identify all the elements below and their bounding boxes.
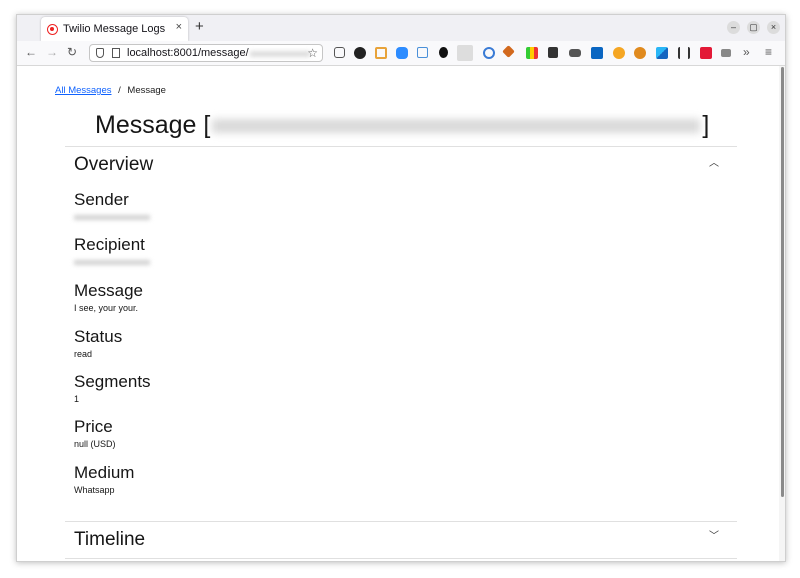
page-info-icon[interactable] [112,48,120,58]
tab-bar: Twilio Message Logs × + – ▢ × [17,15,785,41]
translate-extension-icon[interactable] [656,47,668,59]
tools-extension-icon[interactable] [502,45,515,58]
twilio-favicon-icon [47,23,58,35]
breadcrumb-current: Message [127,85,166,96]
recipient-label: Recipient [74,235,145,254]
search-extension-icon[interactable] [483,47,495,59]
sender-value-redacted [74,215,150,220]
tx-extension-icon[interactable] [591,47,603,59]
bird-extension-icon[interactable] [439,47,448,58]
browser-window: Twilio Message Logs × + – ▢ × ← → ↻ loca… [16,14,786,562]
url-bar[interactable]: localhost:8001/message/ ☆ [89,44,323,62]
tab-close-icon[interactable]: × [176,21,182,33]
bookmark-star-icon[interactable]: ☆ [307,46,318,60]
price-value: null (USD) [74,439,116,449]
url-redacted [250,51,310,57]
m-extension-icon[interactable] [354,47,366,59]
chart-extension-icon[interactable] [526,47,538,59]
minimize-window-button[interactable]: – [727,21,740,34]
section-divider [65,558,737,559]
text-extension-icon[interactable] [721,49,731,57]
status-value: read [74,349,93,359]
chevron-down-icon[interactable]: ﹀ [709,527,719,542]
message-value: I see, your your. [74,303,139,313]
shield-icon[interactable] [96,48,104,58]
page-title: Message [] [95,111,709,140]
angular-extension-icon[interactable] [700,47,712,59]
price-label: Price [74,417,113,436]
zoom-extension-icon[interactable] [396,47,408,59]
cube-extension-icon[interactable] [548,47,558,58]
reload-icon[interactable]: ↻ [67,45,77,59]
medium-label: Medium [74,463,135,482]
segments-label: Segments [74,372,151,391]
overflow-menu-icon[interactable]: » [743,45,750,59]
medium-value: Whatsapp [74,485,115,495]
chevron-up-icon[interactable]: ︿ [709,154,719,169]
browser-tab[interactable]: Twilio Message Logs × [41,17,188,41]
page-title-suffix: ] [702,111,710,139]
maximize-window-button[interactable]: ▢ [747,21,760,34]
forward-arrow-icon[interactable]: → [46,45,58,59]
message-id-redacted [212,119,701,134]
page-content: All Messages / Message Message [] Overvi… [17,66,779,561]
page-title-prefix: Message [ [95,111,211,139]
segments-value: 1 [74,394,80,404]
new-tab-button[interactable]: + [195,18,204,35]
bars-extension-icon[interactable] [678,47,690,59]
close-window-button[interactable]: × [767,21,780,34]
cookie-extension-icon[interactable] [634,47,646,59]
whale-extension-icon[interactable] [569,49,581,57]
message-label: Message [74,281,143,300]
status-label: Status [74,327,123,346]
grid-extension-icon[interactable] [417,47,428,58]
orange-extension-icon[interactable] [375,47,387,59]
sender-label: Sender [74,190,129,209]
pocket-extension-icon[interactable] [334,47,345,58]
section-divider [65,521,737,522]
section-divider [65,146,737,147]
scrollbar-thumb[interactable] [781,67,784,497]
notes-extension-icon[interactable] [457,45,473,61]
fox-extension-icon[interactable] [613,47,625,59]
all-messages-link[interactable]: All Messages [55,85,112,96]
overview-heading[interactable]: Overview [74,154,153,176]
navigation-bar: ← → ↻ localhost:8001/message/ ☆ » ≡ [17,41,785,66]
back-arrow-icon[interactable]: ← [25,45,37,59]
recipient-value-redacted [74,260,150,265]
url-text[interactable]: localhost:8001/message/ [127,47,249,59]
timeline-heading[interactable]: Timeline [74,529,145,551]
breadcrumb: All Messages / Message [55,85,166,96]
tab-title: Twilio Message Logs [63,23,166,35]
breadcrumb-separator: / [118,85,121,96]
hamburger-menu-icon[interactable]: ≡ [765,45,772,59]
